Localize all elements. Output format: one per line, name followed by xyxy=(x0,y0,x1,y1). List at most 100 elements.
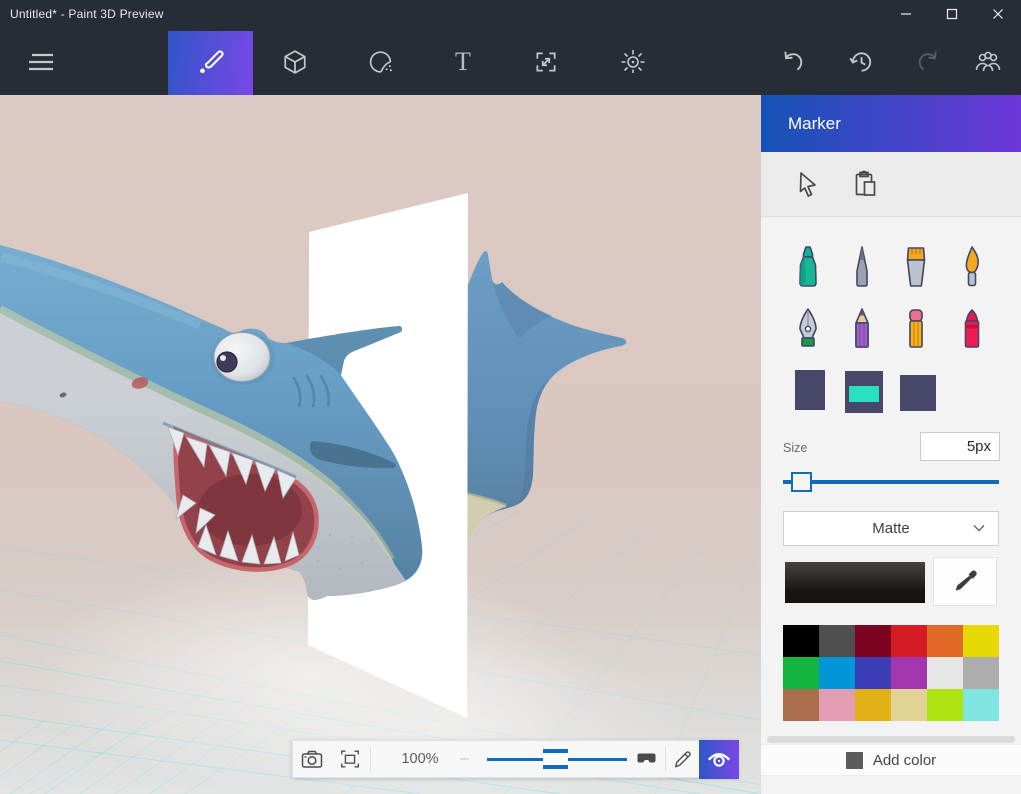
palette-swatch[interactable] xyxy=(819,689,855,721)
panel-scrollbar[interactable] xyxy=(767,736,1015,743)
palette-swatch[interactable] xyxy=(783,625,819,657)
select-icon xyxy=(796,171,820,198)
palette-swatch[interactable] xyxy=(927,625,963,657)
eyedropper-icon xyxy=(952,569,978,595)
maximize-icon xyxy=(946,8,958,20)
palette-swatch[interactable] xyxy=(783,657,819,689)
add-color-icon xyxy=(846,752,863,769)
current-color-swatch[interactable] xyxy=(785,562,925,603)
history-button[interactable] xyxy=(848,49,874,75)
tool-pencil[interactable] xyxy=(847,303,877,358)
palette-swatch[interactable] xyxy=(891,625,927,657)
zoom-level: 100% xyxy=(381,741,459,777)
redo-icon xyxy=(915,49,941,75)
stickers-icon xyxy=(368,48,395,75)
select-button[interactable] xyxy=(791,166,825,202)
menu-button[interactable] xyxy=(27,51,55,73)
tool-spray-can[interactable] xyxy=(795,370,825,410)
finish-dropdown[interactable]: Matte xyxy=(783,511,999,546)
size-label: Size xyxy=(783,441,807,455)
titlebar: Untitled* - Paint 3D Preview xyxy=(0,0,1021,28)
color-palette xyxy=(783,625,999,721)
palette-swatch[interactable] xyxy=(855,625,891,657)
effects-button[interactable] xyxy=(619,48,647,76)
close-button[interactable] xyxy=(975,0,1021,28)
palette-swatch[interactable] xyxy=(891,689,927,721)
size-slider-track[interactable] xyxy=(783,480,999,484)
zoom-slider-thumb[interactable] xyxy=(543,749,568,769)
tool-oil-brush[interactable] xyxy=(957,241,987,296)
tool-crayon[interactable] xyxy=(957,303,987,358)
pencil-2d-icon xyxy=(672,748,694,770)
add-color-label: Add color xyxy=(873,752,936,769)
edit-2d-button[interactable] xyxy=(666,741,699,777)
mixed-reality-button[interactable] xyxy=(631,741,661,777)
canvas-icon xyxy=(533,49,559,75)
maximize-button[interactable] xyxy=(929,0,975,28)
fill-tool-accent xyxy=(849,386,879,402)
minimize-button[interactable] xyxy=(883,0,929,28)
text-icon: T xyxy=(455,49,471,75)
paste-icon xyxy=(853,170,879,198)
chevron-down-icon xyxy=(973,524,985,532)
stickers-button[interactable] xyxy=(368,48,395,75)
zoom-fit-icon xyxy=(339,748,361,770)
tool-calligraphy-pen[interactable] xyxy=(793,303,823,358)
tool-eraser[interactable] xyxy=(901,303,931,358)
canvas-viewport[interactable]: 100% xyxy=(0,95,761,794)
palette-swatch[interactable] xyxy=(855,689,891,721)
undo-button[interactable] xyxy=(780,49,806,75)
palette-swatch[interactable] xyxy=(819,625,855,657)
3d-view-icon xyxy=(706,749,732,771)
tool-watercolour-brush[interactable] xyxy=(901,241,931,296)
eyedropper-button[interactable] xyxy=(933,557,997,606)
window-title: Untitled* - Paint 3D Preview xyxy=(0,7,164,21)
close-icon xyxy=(992,8,1004,20)
zoom-fit-button[interactable] xyxy=(331,741,369,777)
palette-swatch[interactable] xyxy=(783,689,819,721)
minimize-icon xyxy=(900,8,912,20)
canvas-button[interactable] xyxy=(533,49,559,75)
text-button[interactable]: T xyxy=(455,49,471,75)
panel-title: Marker xyxy=(761,95,1021,152)
3d-view-button-active[interactable] xyxy=(699,740,739,779)
panel-header: Marker xyxy=(761,95,1021,152)
window-controls xyxy=(883,0,1021,28)
tool-marker[interactable] xyxy=(793,241,823,296)
size-input[interactable] xyxy=(920,432,1000,461)
tool-fill[interactable] xyxy=(845,371,883,413)
history-icon xyxy=(848,49,874,75)
3d-shapes-icon xyxy=(282,49,308,75)
effects-icon xyxy=(619,48,647,76)
palette-swatch[interactable] xyxy=(927,657,963,689)
3d-shapes-button[interactable] xyxy=(282,49,308,75)
menu-icon xyxy=(27,51,55,73)
screenshot-button[interactable] xyxy=(293,741,331,777)
palette-swatch[interactable] xyxy=(963,625,999,657)
palette-swatch[interactable] xyxy=(819,657,855,689)
palette-swatch[interactable] xyxy=(963,689,999,721)
size-slider-thumb[interactable] xyxy=(791,472,812,492)
top-toolbar: T xyxy=(0,28,1021,95)
tool-placeholder[interactable] xyxy=(900,375,936,411)
redo-button[interactable] xyxy=(915,49,941,75)
remix-3d-button[interactable] xyxy=(974,49,1002,75)
paste-button[interactable] xyxy=(849,166,883,202)
palette-swatch[interactable] xyxy=(891,657,927,689)
palette-swatch[interactable] xyxy=(855,657,891,689)
view-toolbar: 100% xyxy=(292,740,738,778)
add-color-button[interactable]: Add color xyxy=(761,744,1021,776)
zoom-out-dash xyxy=(460,758,469,760)
brushes-tab-selected[interactable] xyxy=(168,31,253,95)
mixed-reality-icon xyxy=(637,753,656,765)
palette-swatch[interactable] xyxy=(927,689,963,721)
shark-eye xyxy=(211,331,275,385)
panel-toolbar xyxy=(761,152,1021,217)
tool-pixel-pen[interactable] xyxy=(847,241,877,296)
undo-icon xyxy=(780,49,806,75)
3d-scene xyxy=(0,95,761,794)
paint3d-window: Untitled* - Paint 3D Preview xyxy=(0,0,1021,794)
toolbar-divider xyxy=(370,747,371,771)
palette-swatch[interactable] xyxy=(963,657,999,689)
finish-value: Matte xyxy=(872,520,910,537)
